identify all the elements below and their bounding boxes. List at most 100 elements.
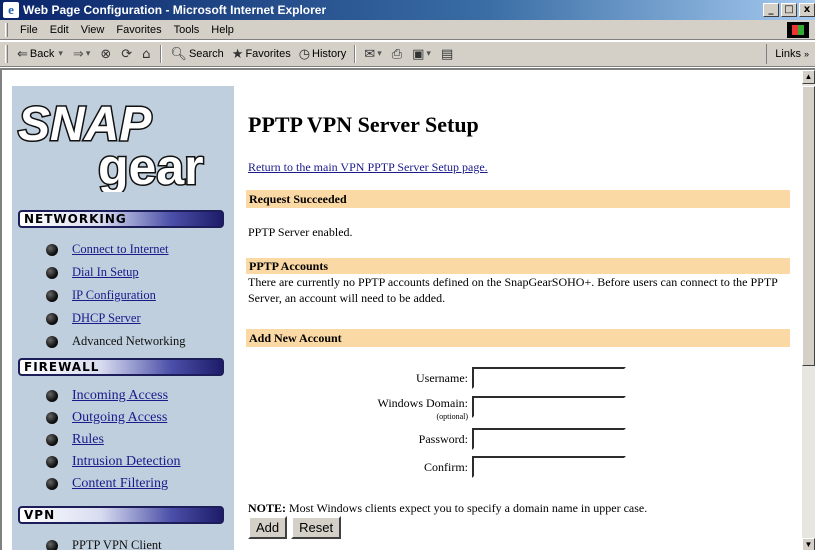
- nav-item-ip-configuration[interactable]: IP Configuration: [46, 288, 156, 303]
- nav-link[interactable]: PPTP VPN Client: [72, 538, 162, 550]
- nav-item-incoming-access[interactable]: Incoming Access: [46, 388, 168, 404]
- discuss-icon: ▤: [440, 46, 454, 62]
- username-input[interactable]: [472, 367, 626, 389]
- menu-edit[interactable]: Edit: [44, 24, 75, 36]
- confirm-row: Confirm:: [246, 456, 790, 478]
- history-button[interactable]: ◷ History: [295, 43, 351, 65]
- scroll-down-arrow-icon[interactable]: ▼: [802, 538, 815, 550]
- bullet-icon: [46, 390, 58, 402]
- favorites-icon: ★: [231, 46, 244, 62]
- back-dropdown-icon[interactable]: ▾: [58, 49, 63, 59]
- print-button[interactable]: ⎙: [388, 43, 408, 65]
- edit-dropdown-icon[interactable]: ▾: [426, 49, 431, 59]
- menu-favorites[interactable]: Favorites: [110, 24, 167, 36]
- toolbar-grip: [5, 45, 8, 63]
- nav-item-content-filtering[interactable]: Content Filtering: [46, 476, 168, 492]
- mail-dropdown-icon[interactable]: ▾: [377, 49, 382, 59]
- chevron-right-icon: »: [803, 49, 809, 59]
- note-text: Most Windows clients expect you to speci…: [286, 501, 648, 515]
- links-label: Links: [775, 48, 801, 60]
- section-firewall: FIREWALL: [18, 358, 224, 376]
- domain-note: NOTE: Most Windows clients expect you to…: [248, 501, 647, 516]
- windows-domain-input[interactable]: [472, 396, 626, 418]
- forward-button[interactable]: ⇒ ▾: [69, 43, 96, 65]
- bullet-icon: [46, 243, 58, 256]
- request-succeeded-bar: Request Succeeded: [246, 190, 790, 208]
- browser-viewport: SNAP gear NETWORKING Connect to Internet…: [0, 68, 815, 550]
- nav-item-dhcp-server[interactable]: DHCP Server: [46, 311, 141, 326]
- nav-item-dial-in-setup[interactable]: Dial In Setup: [46, 265, 139, 280]
- forward-dropdown-icon[interactable]: ▾: [86, 49, 91, 59]
- request-status-text: PPTP Server enabled.: [248, 225, 353, 239]
- toolbar-separator: [354, 45, 357, 63]
- search-icon: 🔍︎: [170, 46, 187, 62]
- main-content: PPTP VPN Server Setup Return to the main…: [246, 70, 792, 550]
- home-button[interactable]: ⌂: [138, 43, 156, 65]
- nav-link[interactable]: Advanced Networking: [72, 334, 186, 349]
- home-icon: ⌂: [142, 46, 151, 62]
- nav-link[interactable]: Incoming Access: [72, 388, 168, 404]
- nav-link[interactable]: Intrusion Detection: [72, 454, 180, 470]
- nav-item-intrusion-detection[interactable]: Intrusion Detection: [46, 454, 180, 470]
- username-row: Username:: [246, 367, 790, 389]
- edit-icon: ▣: [412, 46, 425, 62]
- menu-view[interactable]: View: [75, 24, 111, 36]
- nav-link[interactable]: Dial In Setup: [72, 265, 139, 280]
- password-input[interactable]: [472, 428, 626, 450]
- scroll-up-arrow-icon[interactable]: ▲: [802, 70, 815, 84]
- nav-link[interactable]: Content Filtering: [72, 476, 168, 492]
- refresh-button[interactable]: ⟳: [117, 43, 138, 65]
- back-label: Back: [29, 48, 55, 60]
- windows-domain-label: Windows Domain:: [377, 396, 468, 410]
- nav-link[interactable]: Outgoing Access: [72, 410, 167, 426]
- windows-logo-icon: [787, 22, 809, 38]
- nav-item-outgoing-access[interactable]: Outgoing Access: [46, 410, 167, 426]
- nav-link[interactable]: Rules: [72, 432, 104, 448]
- forward-arrow-icon: ⇒: [72, 46, 84, 62]
- section-vpn: VPN: [18, 506, 224, 524]
- search-button[interactable]: 🔍︎ Search: [166, 43, 227, 65]
- nav-item-connect-to-internet[interactable]: Connect to Internet: [46, 242, 169, 257]
- username-label: Username:: [416, 371, 468, 385]
- stop-icon: ⊗: [100, 46, 112, 62]
- nav-link[interactable]: Connect to Internet: [72, 242, 169, 257]
- menu-file[interactable]: File: [14, 24, 44, 36]
- sidebar: SNAP gear NETWORKING Connect to Internet…: [12, 86, 234, 550]
- pptp-accounts-bar: PPTP Accounts: [246, 258, 790, 274]
- nav-link[interactable]: IP Configuration: [72, 288, 156, 303]
- nav-link[interactable]: DHCP Server: [72, 311, 141, 326]
- password-label: Password:: [418, 432, 468, 446]
- stop-button[interactable]: ⊗: [96, 43, 117, 65]
- confirm-input[interactable]: [472, 456, 626, 478]
- back-button[interactable]: ⇐ Back ▾: [13, 43, 69, 65]
- history-icon: ◷: [298, 46, 311, 62]
- close-button[interactable]: x: [799, 3, 815, 17]
- mail-icon: ✉: [364, 46, 376, 62]
- mail-button[interactable]: ✉ ▾: [360, 43, 387, 65]
- internet-explorer-icon: e: [3, 2, 19, 18]
- window-title: Web Page Configuration - Microsoft Inter…: [23, 3, 327, 17]
- discuss-button[interactable]: ▤: [437, 43, 459, 65]
- windows-domain-row: Windows Domain: (optional): [246, 396, 790, 421]
- menu-tools[interactable]: Tools: [168, 24, 206, 36]
- nav-item-rules[interactable]: Rules: [46, 432, 104, 448]
- menu-bar: File Edit View Favorites Tools Help: [0, 20, 815, 40]
- bullet-icon: [46, 539, 58, 550]
- maximize-button[interactable]: □: [781, 3, 797, 17]
- favorites-label: Favorites: [245, 48, 291, 60]
- nav-item-advanced-networking[interactable]: Advanced Networking: [46, 334, 186, 349]
- menu-help[interactable]: Help: [205, 24, 240, 36]
- add-button[interactable]: Add: [248, 516, 288, 539]
- note-label: NOTE:: [248, 501, 287, 515]
- back-arrow-icon: ⇐: [17, 46, 28, 62]
- scrollbar-thumb[interactable]: [802, 86, 815, 366]
- minimize-button[interactable]: _: [763, 3, 779, 17]
- return-link[interactable]: Return to the main VPN PPTP Server Setup…: [248, 160, 485, 174]
- reset-button[interactable]: Reset: [291, 516, 342, 539]
- favorites-button[interactable]: ★ Favorites: [228, 43, 295, 65]
- print-icon: ⎙: [391, 46, 403, 62]
- nav-item-pptp-vpn-client[interactable]: PPTP VPN Client: [46, 538, 162, 550]
- edit-button[interactable]: ▣ ▾: [408, 43, 437, 65]
- vertical-scrollbar[interactable]: ▲ ▼: [802, 70, 815, 550]
- links-button[interactable]: Links »: [766, 44, 815, 64]
